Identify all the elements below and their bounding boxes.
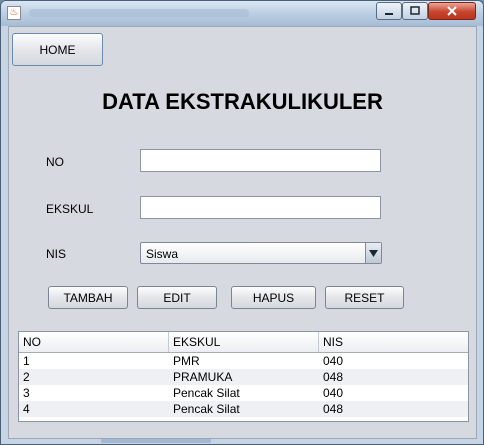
column-header-ekskul[interactable]: EKSKUL [169, 332, 319, 352]
table-cell: 040 [323, 354, 344, 368]
status-area [101, 438, 211, 443]
table-cell: 048 [323, 370, 344, 384]
reset-button[interactable]: RESET [325, 286, 404, 309]
tambah-button[interactable]: TAMBAH [48, 286, 128, 309]
content-panel: HOME DATA EKSTRAKULIKULER NO EKSKUL NIS … [8, 26, 477, 439]
table-cell: Pencak Silat [173, 402, 240, 416]
close-icon [447, 6, 457, 16]
table-row[interactable]: 3 Pencak Silat 040 [19, 385, 468, 401]
table-cell: 040 [323, 386, 344, 400]
table-cell: PMR [173, 354, 200, 368]
chevron-down-icon [369, 249, 378, 257]
table-cell: 2 [23, 370, 30, 384]
nis-selected-value: Siswa [146, 247, 179, 261]
close-button[interactable] [428, 2, 476, 20]
app-window: ♨ HOME DATA EKSTRAKULIKULER NO EKSKUL NI… [0, 0, 484, 445]
table-row[interactable]: 2 PRAMUKA 048 [19, 369, 468, 385]
page-title: DATA EKSTRAKULIKULER [102, 89, 383, 114]
table-cell: 4 [23, 402, 30, 416]
table-row[interactable]: 4 Pencak Silat 048 [19, 401, 468, 417]
minimize-button[interactable] [376, 2, 402, 20]
table-cell: Pencak Silat [173, 386, 240, 400]
java-app-icon: ♨ [7, 6, 21, 20]
home-button[interactable]: HOME [12, 33, 103, 66]
table-cell: 3 [23, 386, 30, 400]
table-row[interactable]: 1 PMR 040 [19, 353, 468, 369]
ekskul-input[interactable] [140, 196, 381, 219]
nis-select[interactable]: Siswa [140, 242, 382, 264]
ekstrakulikuler-table[interactable]: NO EKSKUL NIS 1 PMR 040 2 PRAMUKA 048 3 … [18, 331, 469, 422]
table-cell: 1 [23, 354, 30, 368]
ekskul-label: EKSKUL [46, 202, 94, 216]
hapus-button[interactable]: HAPUS [231, 286, 316, 309]
edit-button[interactable]: EDIT [137, 286, 217, 309]
minimize-icon [385, 13, 393, 15]
nis-label: NIS [46, 247, 67, 261]
column-header-nis[interactable]: NIS [319, 332, 468, 352]
title-bar[interactable]: ♨ [1, 1, 483, 26]
table-cell: 048 [323, 402, 344, 416]
table-header: NO EKSKUL NIS [19, 332, 468, 353]
maximize-button[interactable] [402, 2, 428, 20]
maximize-icon [410, 6, 420, 15]
no-label: NO [46, 155, 64, 169]
table-cell: PRAMUKA [173, 370, 233, 384]
dropdown-arrow-button[interactable] [365, 243, 381, 263]
window-title [29, 9, 249, 17]
column-header-no[interactable]: NO [19, 332, 169, 352]
no-input[interactable] [140, 149, 381, 172]
